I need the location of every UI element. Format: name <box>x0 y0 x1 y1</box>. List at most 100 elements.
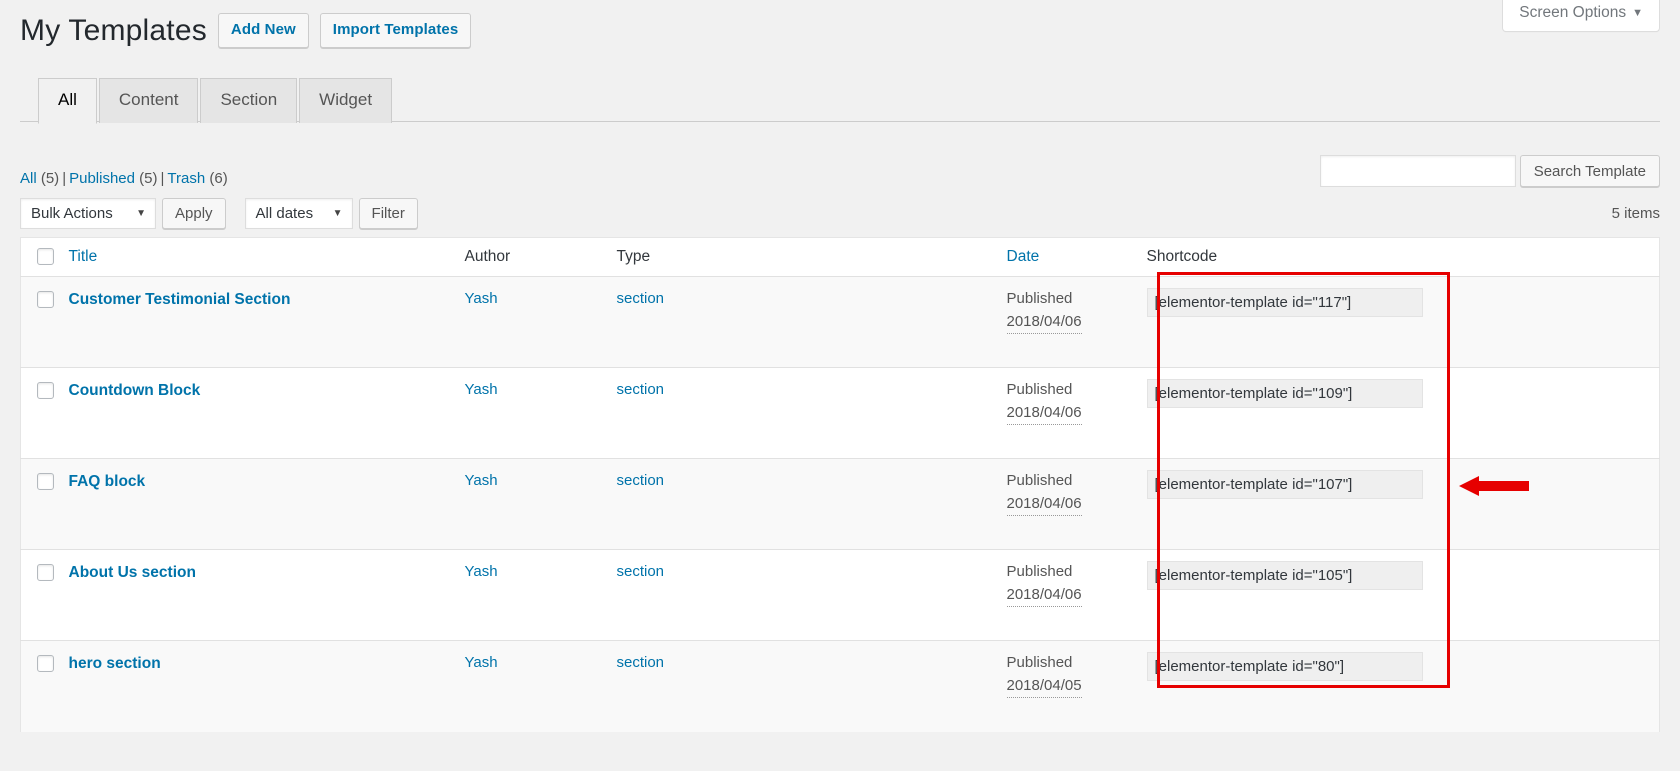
table-row: hero section Yash section Published 2018/… <box>20 640 1660 732</box>
status-filter-trash[interactable]: Trash (6) <box>167 170 227 187</box>
row-type-link[interactable]: section <box>617 563 665 580</box>
column-header-title-link[interactable]: Title <box>69 248 98 265</box>
row-type-link[interactable]: section <box>617 381 665 398</box>
row-date-status: Published <box>1006 654 1073 671</box>
tab-all[interactable]: All <box>38 78 97 124</box>
row-type-link[interactable]: section <box>617 290 665 307</box>
row-author-cell: Yash <box>464 276 617 368</box>
table-row: About Us section Yash section Published 2… <box>20 549 1660 641</box>
row-author-link[interactable]: Yash <box>465 563 498 580</box>
row-type-link[interactable]: section <box>617 472 665 489</box>
tab-widget[interactable]: Widget <box>299 78 393 123</box>
page-title: My Templates <box>20 14 207 47</box>
column-header-title[interactable]: Title <box>68 237 465 277</box>
shortcode-input[interactable] <box>1146 288 1423 317</box>
row-title-link[interactable]: Customer Testimonial Section <box>69 291 291 308</box>
row-type-cell: section <box>616 367 1007 459</box>
status-filter-published-link[interactable]: Published <box>69 170 135 187</box>
row-author-link[interactable]: Yash <box>465 654 498 671</box>
tab-content[interactable]: Content <box>98 78 199 123</box>
row-shortcode-cell <box>1146 640 1660 732</box>
status-filter-all-link[interactable]: All <box>20 170 37 187</box>
row-date-cell: Published 2018/04/06 <box>1006 549 1147 641</box>
row-title-link[interactable]: About Us section <box>69 564 196 581</box>
table-row: Customer Testimonial Section Yash sectio… <box>20 276 1660 368</box>
search-input[interactable] <box>1319 155 1516 187</box>
row-title-link[interactable]: FAQ block <box>69 473 146 490</box>
column-header-date[interactable]: Date <box>1006 237 1147 277</box>
column-header-type: Type <box>616 237 1007 277</box>
chevron-down-icon: ▼ <box>136 207 146 219</box>
row-title-link[interactable]: Countdown Block <box>69 382 201 399</box>
filter-button[interactable]: Filter <box>358 198 418 229</box>
displaying-num: 5 items <box>1611 205 1660 222</box>
add-new-button[interactable]: Add New <box>217 13 309 48</box>
shortcode-input[interactable] <box>1146 470 1423 499</box>
page-header: My Templates Add New Import Templates <box>20 0 1660 50</box>
row-select-cell <box>20 458 69 550</box>
shortcode-input[interactable] <box>1146 561 1423 590</box>
row-date-status: Published <box>1006 563 1073 580</box>
status-filter-links: All (5) | Published (5) | Trash (6) <box>20 170 228 187</box>
table-head: Title Author Type Date Shortcode <box>20 237 1660 277</box>
date-filter-select[interactable]: All dates ▼ <box>244 198 353 229</box>
screen-options-button[interactable]: Screen Options ▼ <box>1502 0 1660 32</box>
row-date-status: Published <box>1006 381 1073 398</box>
row-date-value: 2018/04/05 <box>1006 675 1082 698</box>
table-body: Customer Testimonial Section Yash sectio… <box>20 276 1660 732</box>
apply-button[interactable]: Apply <box>162 198 226 229</box>
row-author-link[interactable]: Yash <box>465 472 498 489</box>
table-header-row: Title Author Type Date Shortcode <box>20 237 1660 277</box>
row-date-cell: Published 2018/04/06 <box>1006 276 1147 368</box>
admin-screen: Screen Options ▼ My Templates Add New Imp… <box>0 0 1680 771</box>
screen-options-label: Screen Options <box>1519 4 1627 21</box>
status-filter-published[interactable]: Published (5) <box>69 170 157 187</box>
bulk-actions-select[interactable]: Bulk Actions ▼ <box>20 198 156 229</box>
row-checkbox[interactable] <box>37 563 54 581</box>
row-author-cell: Yash <box>464 640 617 732</box>
status-filter-trash-count: (6) <box>209 170 228 187</box>
row-checkbox[interactable] <box>37 381 54 399</box>
row-checkbox[interactable] <box>37 472 54 490</box>
row-author-cell: Yash <box>464 458 617 550</box>
shortcode-input[interactable] <box>1146 379 1423 408</box>
status-filter-all[interactable]: All (5) <box>20 170 59 187</box>
row-select-cell <box>20 367 69 459</box>
row-author-cell: Yash <box>464 367 617 459</box>
row-date-value: 2018/04/06 <box>1006 311 1082 334</box>
table-row: FAQ block Yash section Published 2018/04/… <box>20 458 1660 550</box>
search-template-button[interactable]: Search Template <box>1519 155 1660 187</box>
row-shortcode-cell <box>1146 276 1660 368</box>
row-date-value: 2018/04/06 <box>1006 584 1082 607</box>
page-wrap: My Templates Add New Import Templates Al… <box>0 0 1680 124</box>
date-filter-selected-label: All dates <box>255 205 314 222</box>
shortcode-input[interactable] <box>1146 652 1423 681</box>
row-author-link[interactable]: Yash <box>465 290 498 307</box>
tab-section[interactable]: Section <box>200 78 298 123</box>
column-header-shortcode: Shortcode <box>1146 237 1660 277</box>
row-title-cell: Customer Testimonial Section <box>68 276 465 368</box>
row-checkbox[interactable] <box>37 654 54 672</box>
row-type-cell: section <box>616 549 1007 641</box>
row-title-cell: hero section <box>68 640 465 732</box>
row-author-link[interactable]: Yash <box>465 381 498 398</box>
select-all-checkbox[interactable] <box>37 248 54 266</box>
filter-separator-2: | <box>160 170 165 187</box>
column-header-author: Author <box>464 237 617 277</box>
template-type-tabs: All Content Section Widget <box>20 77 1660 124</box>
import-templates-button[interactable]: Import Templates <box>319 13 472 48</box>
row-shortcode-cell <box>1146 549 1660 641</box>
row-date-value: 2018/04/06 <box>1006 493 1082 516</box>
row-author-cell: Yash <box>464 549 617 641</box>
row-date-cell: Published 2018/04/05 <box>1006 640 1147 732</box>
status-filter-trash-link[interactable]: Trash <box>167 170 205 187</box>
column-header-date-link[interactable]: Date <box>1007 248 1040 265</box>
row-date-value: 2018/04/06 <box>1006 402 1082 425</box>
row-type-link[interactable]: section <box>617 654 665 671</box>
row-checkbox[interactable] <box>37 290 54 308</box>
row-type-cell: section <box>616 276 1007 368</box>
select-all-header <box>20 237 69 277</box>
row-title-link[interactable]: hero section <box>69 655 161 672</box>
row-select-cell <box>20 276 69 368</box>
row-title-cell: Countdown Block <box>68 367 465 459</box>
